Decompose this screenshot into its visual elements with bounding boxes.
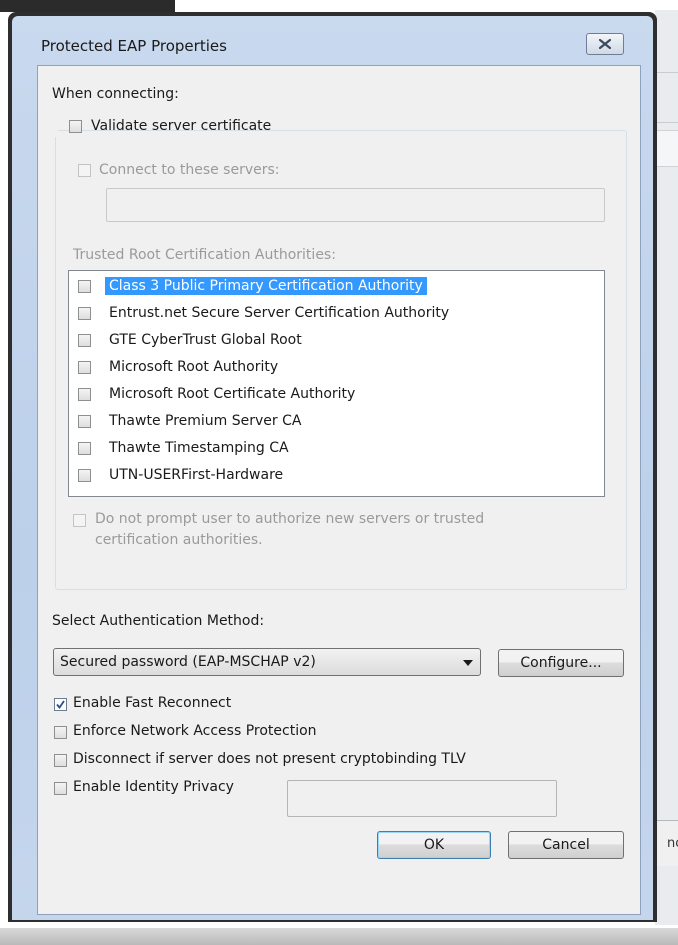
authority-checkbox[interactable] [78, 361, 91, 374]
configure-button[interactable]: Configure... [498, 649, 624, 677]
when-connecting-heading: When connecting: [52, 86, 179, 102]
authority-label: Microsoft Root Certificate Authority [109, 386, 356, 402]
authority-checkbox[interactable] [78, 469, 91, 482]
enforce-nap-checkbox[interactable] [54, 726, 67, 739]
close-icon [599, 39, 611, 49]
authority-label: Entrust.net Secure Server Certification … [109, 305, 450, 321]
list-item[interactable]: Thawte Timestamping CA [69, 435, 602, 462]
cancel-button-label: Cancel [542, 837, 590, 853]
fast-reconnect-checkbox[interactable] [54, 698, 67, 711]
background-panel [655, 130, 678, 167]
list-item[interactable]: Thawte Premium Server CA [69, 408, 602, 435]
authority-checkbox[interactable] [78, 334, 91, 347]
validate-cert-checkbox[interactable] [69, 120, 82, 133]
authority-label: Microsoft Root Authority [109, 359, 279, 375]
background-taskbar [0, 928, 678, 945]
list-item[interactable]: Class 3 Public Primary Certification Aut… [69, 273, 602, 300]
trusted-authorities-list[interactable]: Class 3 Public Primary Certification Aut… [68, 270, 605, 497]
authority-label: UTN-USERFirst-Hardware [109, 467, 284, 483]
background-text: nc [667, 836, 678, 851]
servers-input[interactable] [106, 188, 605, 222]
authority-checkbox[interactable] [78, 388, 91, 401]
auth-method-value: Secured password (EAP-MSCHAP v2) [60, 654, 316, 670]
dialog-client-area: When connecting: Validate server certifi… [37, 65, 641, 915]
do-not-prompt-label[interactable]: Do not prompt user to authorize new serv… [95, 511, 484, 527]
list-item[interactable]: GTE CyberTrust Global Root [69, 327, 602, 354]
auth-method-heading: Select Authentication Method: [52, 613, 265, 629]
trusted-root-label: Trusted Root Certification Authorities: [73, 247, 336, 263]
list-item[interactable]: UTN-USERFirst-Hardware [69, 462, 602, 489]
checkmark-icon [56, 700, 65, 709]
ok-button-label: OK [423, 837, 445, 853]
authority-checkbox[interactable] [78, 442, 91, 455]
list-item[interactable]: Microsoft Root Authority [69, 354, 602, 381]
chevron-down-icon [463, 660, 473, 666]
cryptobinding-checkbox[interactable] [54, 754, 67, 767]
connect-servers-label[interactable]: Connect to these servers: [99, 162, 280, 178]
cryptobinding-label[interactable]: Disconnect if server does not present cr… [73, 751, 466, 767]
enforce-nap-label[interactable]: Enforce Network Access Protection [73, 723, 317, 739]
authority-checkbox[interactable] [78, 280, 91, 293]
background-window-dark-edge [0, 0, 175, 12]
list-item[interactable]: Entrust.net Secure Server Certification … [69, 300, 602, 327]
identity-privacy-input[interactable] [287, 780, 557, 817]
cancel-button[interactable]: Cancel [508, 831, 624, 859]
authority-label: Thawte Timestamping CA [109, 440, 289, 456]
background-divider [655, 72, 678, 73]
validate-cert-option[interactable] [48, 117, 58, 137]
list-item[interactable]: Microsoft Root Certificate Authority [69, 381, 602, 408]
background-window-right: nc [655, 10, 678, 925]
fast-reconnect-label[interactable]: Enable Fast Reconnect [73, 695, 231, 711]
do-not-prompt-checkbox[interactable] [73, 514, 86, 527]
dialog-title: Protected EAP Properties [41, 37, 227, 55]
identity-privacy-label[interactable]: Enable Identity Privacy [73, 779, 234, 795]
configure-button-label: Configure... [520, 655, 602, 671]
auth-method-select[interactable]: Secured password (EAP-MSCHAP v2) [53, 648, 481, 676]
do-not-prompt-label-continued[interactable]: certification authorities. [95, 532, 263, 548]
validate-cert-label[interactable]: Validate server certificate [91, 118, 271, 134]
connect-servers-checkbox[interactable] [78, 164, 91, 177]
authority-label: Class 3 Public Primary Certification Aut… [105, 277, 427, 295]
authority-label: GTE CyberTrust Global Root [109, 332, 302, 348]
close-button[interactable] [586, 33, 624, 55]
authority-checkbox[interactable] [78, 415, 91, 428]
identity-privacy-checkbox[interactable] [54, 782, 67, 795]
authority-label: Thawte Premium Server CA [109, 413, 302, 429]
ok-button[interactable]: OK [377, 831, 491, 859]
authority-checkbox[interactable] [78, 307, 91, 320]
background-divider [655, 122, 678, 123]
